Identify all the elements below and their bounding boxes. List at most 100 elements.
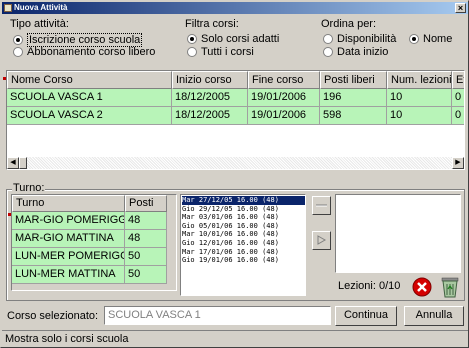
radio-label: Iscrizione corso scuola: [27, 33, 143, 47]
cell-posti: 48: [125, 212, 167, 230]
courses-header: Nome Corso Inizio corso Fine corso Posti…: [7, 71, 464, 89]
column-header-eta[interactable]: Et: [452, 71, 464, 89]
cell-turno: MAR-GIO POMERIGGIO: [12, 212, 125, 230]
cell-posti: 50: [125, 248, 167, 266]
column-header-fine-corso[interactable]: Fine corso: [248, 71, 320, 89]
status-text: Mostra solo i corsi scuola: [5, 333, 129, 345]
clear-lessons-button[interactable]: [439, 275, 461, 298]
add-single-icon: [316, 204, 327, 207]
cell-turno: LUN-MER MATTINA: [12, 266, 125, 284]
table-row[interactable]: SCUOLA VASCA 2 18/12/2005 19/01/2006 598…: [7, 107, 464, 125]
add-single-button[interactable]: [312, 196, 331, 215]
cell-inizio-corso: 18/12/2005: [172, 89, 248, 107]
list-item[interactable]: Gio 12/01/06 16.00 (48): [182, 239, 305, 248]
radio-label: Data inizio: [337, 46, 389, 58]
radio-iscrizione-corso-scuola[interactable]: Iscrizione corso scuola: [13, 33, 143, 47]
radio-label: Abbonamento corso libero: [27, 46, 156, 58]
table-row[interactable]: MAR-GIO POMERIGGIO 48: [12, 212, 167, 230]
list-item[interactable]: Gio 05/01/06 16.00 (48): [182, 222, 305, 231]
column-header-nome-corso[interactable]: Nome Corso: [7, 71, 172, 89]
continua-label: Continua: [343, 309, 389, 321]
column-header-posti-liberi[interactable]: Posti liberi: [320, 71, 387, 89]
radio-indicator[interactable]: [13, 35, 23, 45]
column-header-num-lezioni[interactable]: Num. lezioni: [387, 71, 452, 89]
table-row[interactable]: MAR-GIO MATTINA 48: [12, 230, 167, 248]
list-item[interactable]: Mar 17/01/06 16.00 (48): [182, 248, 305, 257]
courses-horizontal-scrollbar[interactable]: ◀ ▶: [7, 157, 464, 169]
radio-indicator[interactable]: [323, 47, 333, 57]
radio-indicator[interactable]: [409, 34, 419, 44]
scroll-thumb[interactable]: [19, 157, 27, 169]
column-header-turno[interactable]: Turno: [12, 195, 125, 212]
scroll-right-icon[interactable]: ▶: [452, 157, 464, 169]
recycle-bin-icon: [441, 277, 459, 298]
cell-posti-liberi: 196: [320, 89, 387, 107]
delete-lesson-button[interactable]: [411, 276, 433, 298]
cell-fine-corso: 19/01/2006: [248, 89, 320, 107]
cell-nome-corso: SCUOLA VASCA 2: [7, 107, 172, 125]
radio-nome[interactable]: Nome: [409, 33, 452, 45]
radio-disponibilita[interactable]: Disponibilità: [323, 33, 396, 45]
add-all-icon: [317, 235, 327, 245]
cell-nome-corso: SCUOLA VASCA 1: [7, 89, 172, 107]
cell-num-lezioni: 10: [387, 89, 452, 107]
cell-posti: 50: [125, 266, 167, 284]
radio-indicator[interactable]: [13, 47, 23, 57]
delete-red-x-icon: [412, 277, 432, 297]
column-header-inizio-corso[interactable]: Inizio corso: [172, 71, 248, 89]
turno-label: Turno:: [12, 182, 46, 194]
filtra-corsi-label: Filtra corsi:: [185, 18, 239, 30]
current-row-marker: [8, 213, 11, 216]
annulla-label: Annulla: [415, 309, 453, 321]
radio-indicator[interactable]: [187, 47, 197, 57]
window-title: Nuova Attività: [14, 3, 68, 12]
tipo-attivita-label: Tipo attività:: [10, 18, 69, 30]
table-row[interactable]: LUN-MER POMERIGGIO 50: [12, 248, 167, 266]
title-bar: Nuova Attività ×: [2, 2, 468, 14]
cell-inizio-corso: 18/12/2005: [172, 107, 248, 125]
table-row[interactable]: SCUOLA VASCA 1 18/12/2005 19/01/2006 196…: [7, 89, 464, 107]
radio-abbonamento-corso-libero[interactable]: Abbonamento corso libero: [13, 46, 155, 58]
radio-label: Disponibilità: [337, 33, 397, 45]
scroll-left-icon[interactable]: ◀: [7, 157, 19, 169]
radio-data-inizio[interactable]: Data inizio: [323, 46, 388, 58]
cell-eta: 0: [452, 107, 464, 125]
status-bar: Mostra solo i corsi scuola: [2, 330, 468, 348]
selected-lessons-list[interactable]: [335, 194, 461, 273]
annulla-button[interactable]: Annulla: [404, 306, 464, 326]
list-item[interactable]: Mar 27/12/05 16.00 (48): [182, 196, 305, 205]
cell-turno: MAR-GIO MATTINA: [12, 230, 125, 248]
table-row[interactable]: LUN-MER MATTINA 50: [12, 266, 167, 284]
cell-eta: 0: [452, 89, 464, 107]
radio-solo-corsi-adatti[interactable]: Solo corsi adatti: [187, 33, 279, 45]
list-item[interactable]: Gio 19/01/06 16.00 (48): [182, 256, 305, 265]
radio-label: Nome: [423, 33, 453, 45]
corso-selezionato-field: SCUOLA VASCA 1: [104, 306, 331, 325]
list-item[interactable]: Gio 29/12/05 16.00 (48): [182, 205, 305, 214]
app-icon: [4, 4, 12, 12]
nuova-attivita-window: Nuova Attività × Tipo attività: Iscrizio…: [0, 0, 469, 348]
list-item[interactable]: Mar 10/01/06 16.00 (48): [182, 230, 305, 239]
cell-turno: LUN-MER POMERIGGIO: [12, 248, 125, 266]
radio-label: Tutti i corsi: [201, 46, 254, 58]
radio-tutti-i-corsi[interactable]: Tutti i corsi: [187, 46, 254, 58]
cell-num-lezioni: 10: [387, 107, 452, 125]
cell-fine-corso: 19/01/2006: [248, 107, 320, 125]
column-header-posti[interactable]: Posti: [125, 195, 167, 212]
ordina-per-label: Ordina per:: [321, 18, 377, 30]
available-dates-list[interactable]: Mar 27/12/05 16.00 (48) Gio 29/12/05 16.…: [180, 194, 306, 296]
current-row-marker: [3, 77, 6, 80]
courses-grid[interactable]: Nome Corso Inizio corso Fine corso Posti…: [6, 70, 465, 170]
close-button[interactable]: ×: [455, 3, 466, 13]
add-all-button[interactable]: [312, 231, 331, 250]
radio-indicator[interactable]: [187, 34, 197, 44]
continua-button[interactable]: Continua: [335, 306, 397, 326]
cell-posti-liberi: 598: [320, 107, 387, 125]
list-item[interactable]: Mar 03/01/06 16.00 (48): [182, 213, 305, 222]
lezioni-count: Lezioni: 0/10: [338, 280, 401, 292]
radio-label: Solo corsi adatti: [201, 33, 280, 45]
turno-grid[interactable]: Turno Posti MAR-GIO POMERIGGIO 48 MAR-GI…: [11, 194, 177, 291]
radio-indicator[interactable]: [323, 34, 333, 44]
cell-posti: 48: [125, 230, 167, 248]
corso-selezionato-label: Corso selezionato:: [7, 310, 99, 322]
